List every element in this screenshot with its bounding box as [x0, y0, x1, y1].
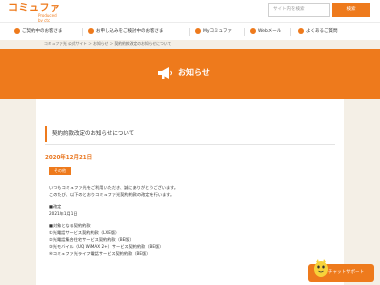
- nav-divider: [189, 28, 190, 36]
- chat-label: チャットサポート: [328, 270, 364, 275]
- body-line: ②光電話集合住宅サービス契約約款（BE版）: [49, 237, 134, 242]
- notice-card: 契約約款改定のお知らせについて 2020年12月21日 その他 いつもコミュファ…: [36, 99, 344, 285]
- nav-item-faq[interactable]: よくあるご質問: [298, 26, 338, 37]
- body-line: ①光電話サービス契約約款（LXE版）: [49, 230, 120, 235]
- nav-label: Webメール: [258, 29, 282, 34]
- divider: [45, 144, 335, 145]
- body-line: ■改定: [49, 204, 62, 209]
- body-line: ■対象となる契約約款: [49, 223, 91, 228]
- search-button[interactable]: 検索: [332, 3, 370, 17]
- nav-divider: [82, 28, 83, 36]
- person-icon: [14, 27, 20, 34]
- question-icon: [298, 27, 304, 34]
- nav-label: よくあるご質問: [306, 29, 338, 34]
- nav-label: Myコミュファ: [203, 29, 233, 34]
- body-line: ③光モバイル（UQ WiMAX 2+）サービス契約約款（BE版）: [49, 244, 164, 249]
- notice-body: いつもコミュファ光をご利用いただき、誠にありがとうございます。 このたび、以下の…: [49, 184, 178, 257]
- category-tag: その他: [49, 167, 71, 175]
- main-nav: ご契約中のお客さま お申し込みをご検討中のお客さま Myコミュファ Webメール…: [0, 22, 380, 40]
- nav-label: お申し込みをご検討中のお客さま: [96, 29, 164, 34]
- top-header: コミュファ Produced by ctc サイト内を検索 検索: [0, 0, 380, 23]
- notice-heading: 契約約款改定のお知らせについて: [45, 126, 335, 142]
- body-line: いつもコミュファ光をご利用いただき、誠にありがとうございます。: [49, 185, 179, 190]
- mail-icon: [250, 27, 256, 34]
- site-logo[interactable]: コミュファ Produced by ctc: [8, 3, 61, 23]
- notice-date: 2020年12月21日: [45, 155, 93, 161]
- nav-item-current-customers[interactable]: ご契約中のお客さま: [14, 26, 63, 37]
- nav-item-webmail[interactable]: Webメール: [250, 26, 281, 37]
- nav-item-my-commufa[interactable]: Myコミュファ: [195, 26, 232, 37]
- mascot-icon: [314, 259, 328, 277]
- search-input[interactable]: サイト内を検索: [268, 3, 330, 17]
- nav-divider: [290, 28, 291, 36]
- breadcrumb[interactable]: コミュファ光 公式サイト ＞ お知らせ ＞ 契約約款改定のお知らせについて: [44, 41, 171, 47]
- page-title: お知らせ: [178, 68, 210, 77]
- body-line: ④コミュファ光ライフ電話サービス契約約款（BE版）: [49, 251, 151, 256]
- body-line: このたび、以下のとおりコミュファ光契約約款の改定を行います。: [49, 192, 175, 197]
- nav-divider: [244, 28, 245, 36]
- person-icon: [88, 27, 94, 34]
- heart-icon: [195, 27, 201, 34]
- nav-label: ご契約中のお客さま: [22, 29, 63, 34]
- body-line: 2021年1月1日: [49, 211, 78, 216]
- hero-banner: お知らせ: [0, 49, 380, 99]
- megaphone-icon: [158, 67, 172, 79]
- nav-item-prospective-customers[interactable]: お申し込みをご検討中のお客さま: [88, 26, 164, 37]
